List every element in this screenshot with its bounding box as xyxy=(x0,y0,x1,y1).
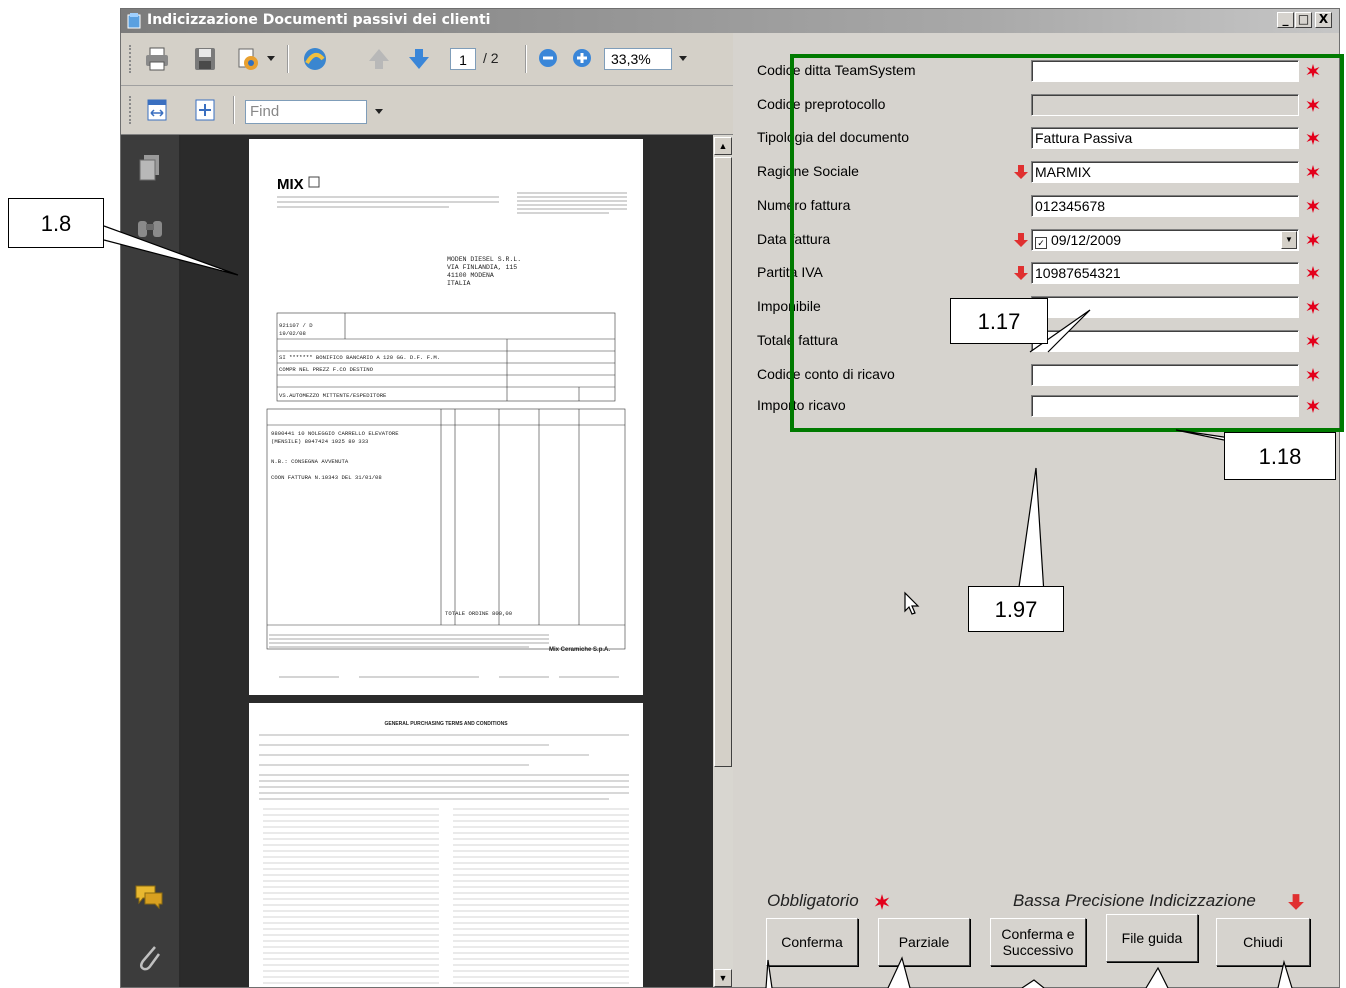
callout-pointers xyxy=(103,225,1293,988)
callout-1-17: 1.17 xyxy=(950,298,1048,344)
callout-1-18: 1.18 xyxy=(1224,432,1336,480)
callout-1-8: 1.8 xyxy=(8,198,104,248)
callout-1-97: 1.97 xyxy=(968,586,1064,632)
